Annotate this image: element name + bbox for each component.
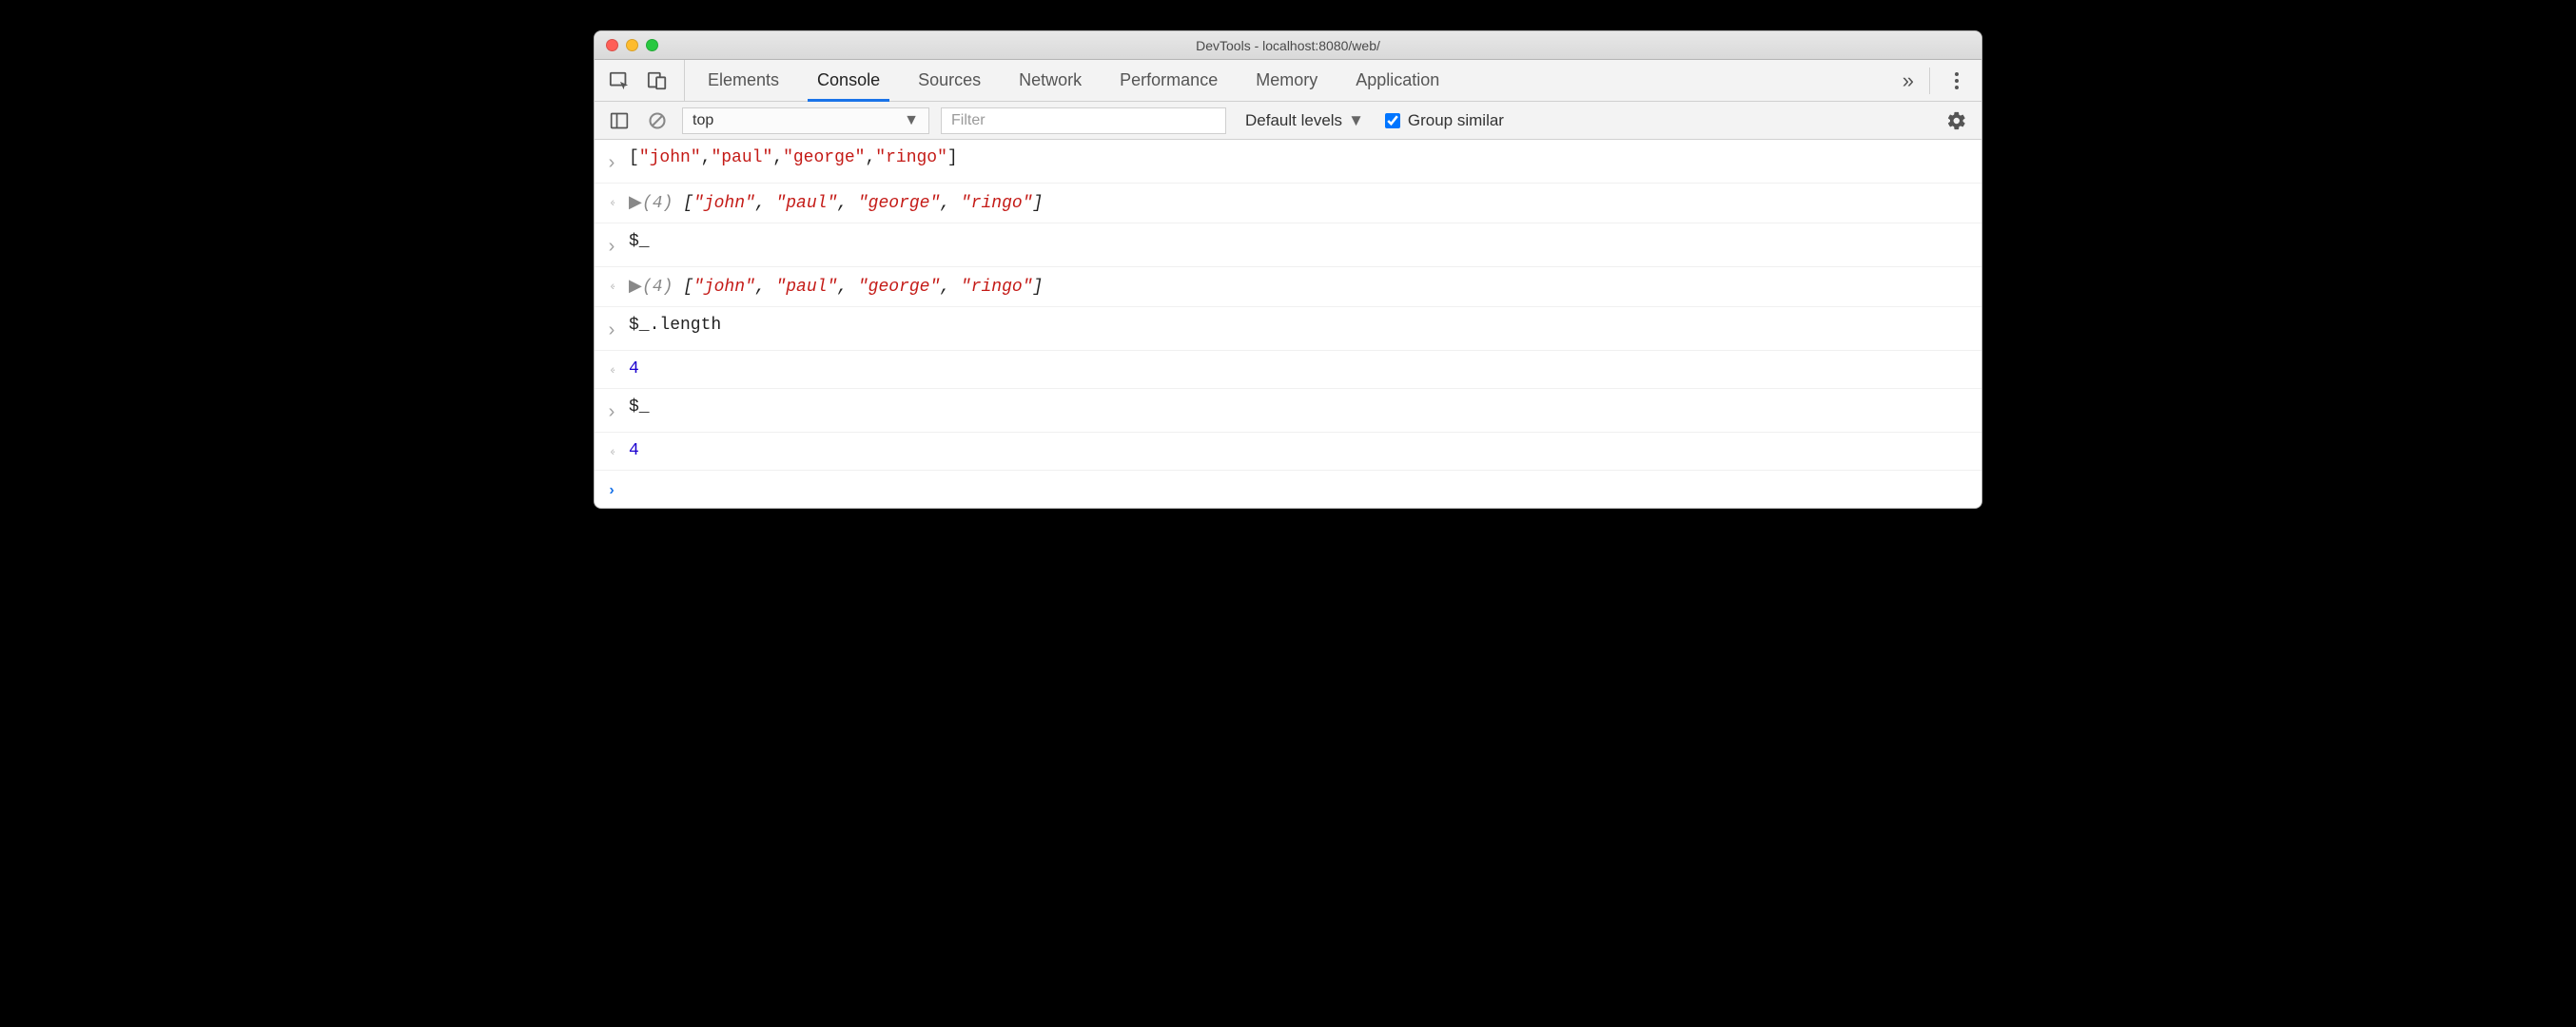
group-similar-toggle[interactable]: Group similar	[1376, 111, 1504, 130]
tabs: Elements Console Sources Network Performance…	[702, 60, 1445, 101]
console-input-row: › $_.length	[595, 307, 1981, 351]
more-tabs-icon[interactable]: »	[1903, 68, 1916, 93]
console-row-content: ▶(4) ["john", "paul", "george", "ringo"]	[629, 189, 1970, 217]
console-row-content: ▶(4) ["john", "paul", "george", "ringo"]	[629, 273, 1970, 300]
log-levels-select[interactable]: Default levels ▼	[1238, 111, 1364, 130]
prompt-chevron-icon: ›	[604, 476, 619, 502]
input-chevron-icon: ›	[604, 395, 619, 426]
context-select-value: top	[693, 112, 713, 129]
chevron-down-icon: ▼	[1348, 111, 1364, 130]
console-output[interactable]: › ["john","paul","george","ringo"] ‹· ▶(4) …	[595, 140, 1981, 508]
console-input-row: › $_	[595, 389, 1981, 433]
divider	[1929, 68, 1930, 94]
group-similar-label: Group similar	[1408, 111, 1504, 130]
console-prompt-input[interactable]	[629, 476, 1970, 502]
console-prompt-row[interactable]: ›	[595, 471, 1981, 508]
minimize-button[interactable]	[626, 39, 638, 51]
output-chevron-icon: ‹·	[604, 273, 619, 296]
maximize-button[interactable]	[646, 39, 658, 51]
device-toolbar-icon[interactable]	[644, 68, 671, 94]
toggle-sidebar-icon[interactable]	[606, 107, 633, 134]
close-button[interactable]	[606, 39, 618, 51]
console-output-row: ‹· 4	[595, 433, 1981, 471]
tabbar-tools	[606, 60, 685, 101]
console-output-row: ‹· 4	[595, 351, 1981, 389]
inspect-element-icon[interactable]	[606, 68, 633, 94]
tabbar-right: »	[1903, 60, 1970, 101]
tab-memory[interactable]: Memory	[1250, 60, 1323, 101]
console-settings-icon[interactable]	[1943, 107, 1970, 134]
input-chevron-icon: ›	[604, 229, 619, 261]
devtools-menu-icon[interactable]	[1943, 68, 1970, 94]
titlebar: DevTools - localhost:8080/web/	[595, 31, 1981, 60]
console-output-row: ‹· ▶(4) ["john", "paul", "george", "ringo…	[595, 184, 1981, 223]
console-input-row: › $_	[595, 223, 1981, 267]
console-toolbar: top ▼ Default levels ▼ Group similar	[595, 102, 1981, 140]
log-levels-label: Default levels	[1245, 111, 1342, 130]
expand-triangle-icon[interactable]: ▶	[629, 273, 642, 299]
tab-performance[interactable]: Performance	[1114, 60, 1223, 101]
tab-console[interactable]: Console	[811, 60, 886, 101]
tabbar: Elements Console Sources Network Performance…	[595, 60, 1981, 102]
console-row-content: $_	[629, 395, 1970, 420]
console-row-content: $_.length	[629, 313, 1970, 339]
console-row-content: 4	[629, 438, 1970, 464]
input-chevron-icon: ›	[604, 145, 619, 177]
expand-triangle-icon[interactable]: ▶	[629, 189, 642, 215]
tab-network[interactable]: Network	[1013, 60, 1087, 101]
clear-console-icon[interactable]	[644, 107, 671, 134]
group-similar-checkbox[interactable]	[1385, 113, 1400, 128]
devtools-window: DevTools - localhost:8080/web/ Elements C…	[594, 30, 1982, 509]
output-chevron-icon: ‹·	[604, 357, 619, 379]
console-output-row: ‹· ▶(4) ["john", "paul", "george", "ringo…	[595, 267, 1981, 307]
output-chevron-icon: ‹·	[604, 189, 619, 212]
context-select[interactable]: top ▼	[682, 107, 929, 134]
chevron-down-icon: ▼	[904, 112, 919, 129]
window-title: DevTools - localhost:8080/web/	[595, 38, 1981, 53]
console-row-content: $_	[629, 229, 1970, 255]
output-chevron-icon: ‹·	[604, 438, 619, 461]
filter-input[interactable]	[941, 107, 1226, 134]
tab-elements[interactable]: Elements	[702, 60, 785, 101]
traffic-lights	[606, 39, 658, 51]
console-row-content: 4	[629, 357, 1970, 382]
input-chevron-icon: ›	[604, 313, 619, 344]
console-row-content: ["john","paul","george","ringo"]	[629, 145, 1970, 171]
tab-application[interactable]: Application	[1350, 60, 1445, 101]
tab-sources[interactable]: Sources	[912, 60, 986, 101]
console-input-row: › ["john","paul","george","ringo"]	[595, 140, 1981, 184]
